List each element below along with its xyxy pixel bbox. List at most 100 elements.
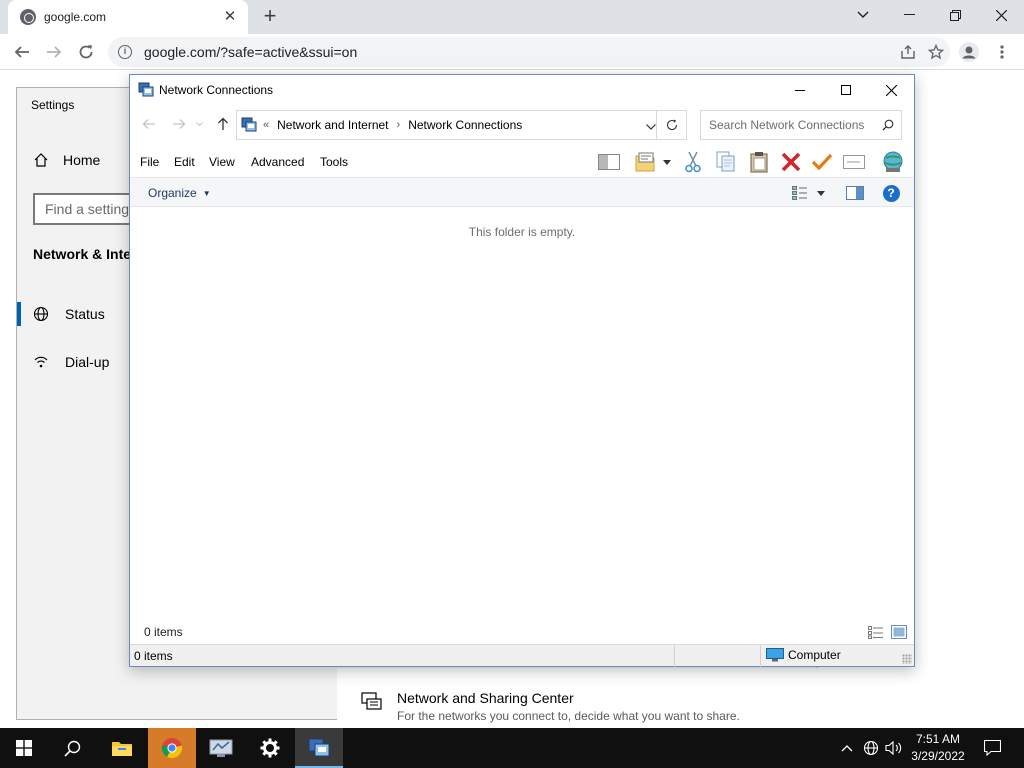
search-icon[interactable] — [875, 119, 901, 131]
details-bar: 0 items — [130, 621, 914, 643]
details-view-icon[interactable] — [868, 625, 884, 639]
network-sharing-center-link[interactable]: Network and Sharing Center For the netwo… — [337, 668, 818, 723]
new-folder-toolbar-button[interactable] — [633, 149, 659, 175]
explorer-navigation-row: « Network and Internet › Network Connect… — [130, 107, 914, 141]
dropdown-triangle-icon — [817, 190, 825, 196]
action-center-button[interactable] — [979, 728, 1005, 768]
restore-button[interactable] — [932, 0, 978, 30]
explorer-search-box[interactable]: Search Network Connections — [700, 110, 902, 140]
menu-advanced[interactable]: Advanced — [251, 155, 304, 169]
dialup-icon — [34, 356, 48, 368]
settings-nav-status[interactable]: Status — [17, 300, 129, 328]
explorer-title: Network Connections — [159, 83, 274, 97]
close-icon — [995, 9, 1007, 21]
globe-icon — [33, 306, 49, 322]
share-icon — [901, 45, 915, 59]
explorer-back-button[interactable] — [140, 115, 158, 133]
address-segment[interactable]: Network and Internet — [277, 118, 388, 132]
bookmark-button[interactable] — [922, 38, 950, 66]
menu-edit[interactable]: Edit — [174, 155, 195, 169]
new-tab-button[interactable]: + — [258, 4, 282, 28]
menu-view[interactable]: View — [209, 155, 235, 169]
taskbar: 7:51 AM 3/29/2022 — [0, 728, 1024, 768]
taskbar-clock[interactable]: 7:51 AM 3/29/2022 — [902, 731, 974, 765]
cut-toolbar-button[interactable] — [680, 149, 706, 175]
preview-pane-toolbar-button[interactable] — [596, 149, 622, 175]
empty-folder-message: This folder is empty. — [468, 225, 576, 239]
status-item-count: 0 items — [134, 649, 173, 663]
menu-file[interactable]: File — [140, 155, 159, 169]
explorer-titlebar[interactable]: Network Connections — [130, 75, 914, 105]
explorer-command-bar: Organize ▼ ? — [130, 177, 914, 207]
network-app-taskbar-button[interactable] — [197, 728, 245, 768]
address-overflow[interactable]: « — [263, 119, 269, 131]
toolbar-dropdown-button[interactable] — [660, 149, 674, 175]
volume-tray-button[interactable] — [884, 728, 904, 768]
back-button[interactable] — [9, 39, 35, 65]
up-button[interactable] — [214, 115, 232, 133]
tab-search-button[interactable] — [840, 0, 886, 30]
explorer-forward-button[interactable] — [170, 115, 188, 133]
network-globe-icon — [883, 151, 903, 172]
minimize-button[interactable] — [886, 0, 932, 30]
zone-label: Computer — [788, 648, 841, 662]
forward-button[interactable] — [41, 39, 67, 65]
delete-toolbar-button[interactable] — [778, 149, 804, 175]
network-toolbar-button[interactable] — [880, 149, 906, 175]
browser-tabstrip: google.com ✕ + — [0, 0, 1024, 34]
change-view-button[interactable] — [790, 183, 810, 203]
large-icons-view-icon[interactable] — [891, 625, 907, 639]
network-sharing-icon — [361, 692, 382, 710]
show-hidden-icons-button[interactable] — [838, 728, 856, 768]
menu-button[interactable] — [989, 39, 1015, 65]
chevron-right-icon[interactable]: › — [397, 119, 401, 131]
reload-button[interactable] — [73, 39, 99, 65]
organize-label: Organize — [148, 186, 197, 200]
network-tray-button[interactable] — [861, 728, 881, 768]
settings-taskbar-button[interactable] — [246, 728, 294, 768]
settings-nav-dial-up[interactable]: Dial-up — [17, 348, 129, 376]
paste-toolbar-button[interactable] — [746, 149, 772, 175]
chrome-taskbar-button[interactable] — [148, 728, 196, 768]
share-button[interactable] — [894, 38, 922, 66]
close-tab-icon[interactable]: ✕ — [222, 9, 238, 25]
chevron-down-icon — [646, 124, 656, 130]
network-connections-taskbar-button[interactable] — [295, 728, 343, 768]
resize-grip[interactable] — [902, 654, 912, 664]
maximize-icon — [841, 85, 851, 95]
explorer-maximize-button[interactable] — [823, 75, 869, 105]
close-browser-button[interactable] — [978, 0, 1024, 30]
settings-home-link[interactable]: Home — [33, 152, 100, 168]
browser-tab[interactable]: google.com ✕ — [8, 0, 248, 34]
file-explorer-taskbar-button[interactable] — [98, 728, 146, 768]
file-list-area[interactable]: This folder is empty. — [130, 207, 914, 621]
start-button[interactable] — [0, 728, 48, 768]
profile-button[interactable] — [956, 39, 982, 65]
search-button[interactable] — [48, 728, 96, 768]
item-count: 0 items — [144, 625, 183, 639]
preview-pane-button[interactable] — [845, 183, 865, 203]
address-bar[interactable]: i google.com/?safe=active&ssui=on — [108, 37, 950, 67]
help-button[interactable]: ? — [881, 183, 901, 203]
tab-title: google.com — [44, 10, 107, 24]
explorer-minimize-button[interactable] — [777, 75, 823, 105]
organize-button[interactable]: Organize ▼ — [148, 186, 211, 200]
info-icon[interactable]: i — [118, 45, 132, 59]
explorer-close-button[interactable] — [868, 75, 914, 105]
copy-toolbar-button[interactable] — [713, 149, 739, 175]
address-dropdown-button[interactable] — [646, 119, 656, 133]
properties-toolbar-button[interactable] — [809, 149, 835, 175]
recent-locations-button[interactable] — [194, 115, 204, 133]
refresh-button[interactable] — [656, 111, 686, 139]
arrow-right-icon — [47, 46, 62, 58]
kebab-menu-icon — [1000, 45, 1004, 59]
view-dropdown-button[interactable] — [814, 183, 828, 203]
address-segment[interactable]: Network Connections — [408, 118, 522, 132]
network-connections-icon — [308, 738, 330, 757]
menu-tools[interactable]: Tools — [320, 155, 348, 169]
rename-toolbar-button[interactable] — [841, 149, 867, 175]
explorer-address-bar[interactable]: « Network and Internet › Network Connect… — [236, 110, 687, 140]
url-text[interactable]: google.com/?safe=active&ssui=on — [144, 44, 894, 60]
clock-time: 7:51 AM — [915, 732, 961, 746]
scissors-icon — [685, 151, 701, 173]
